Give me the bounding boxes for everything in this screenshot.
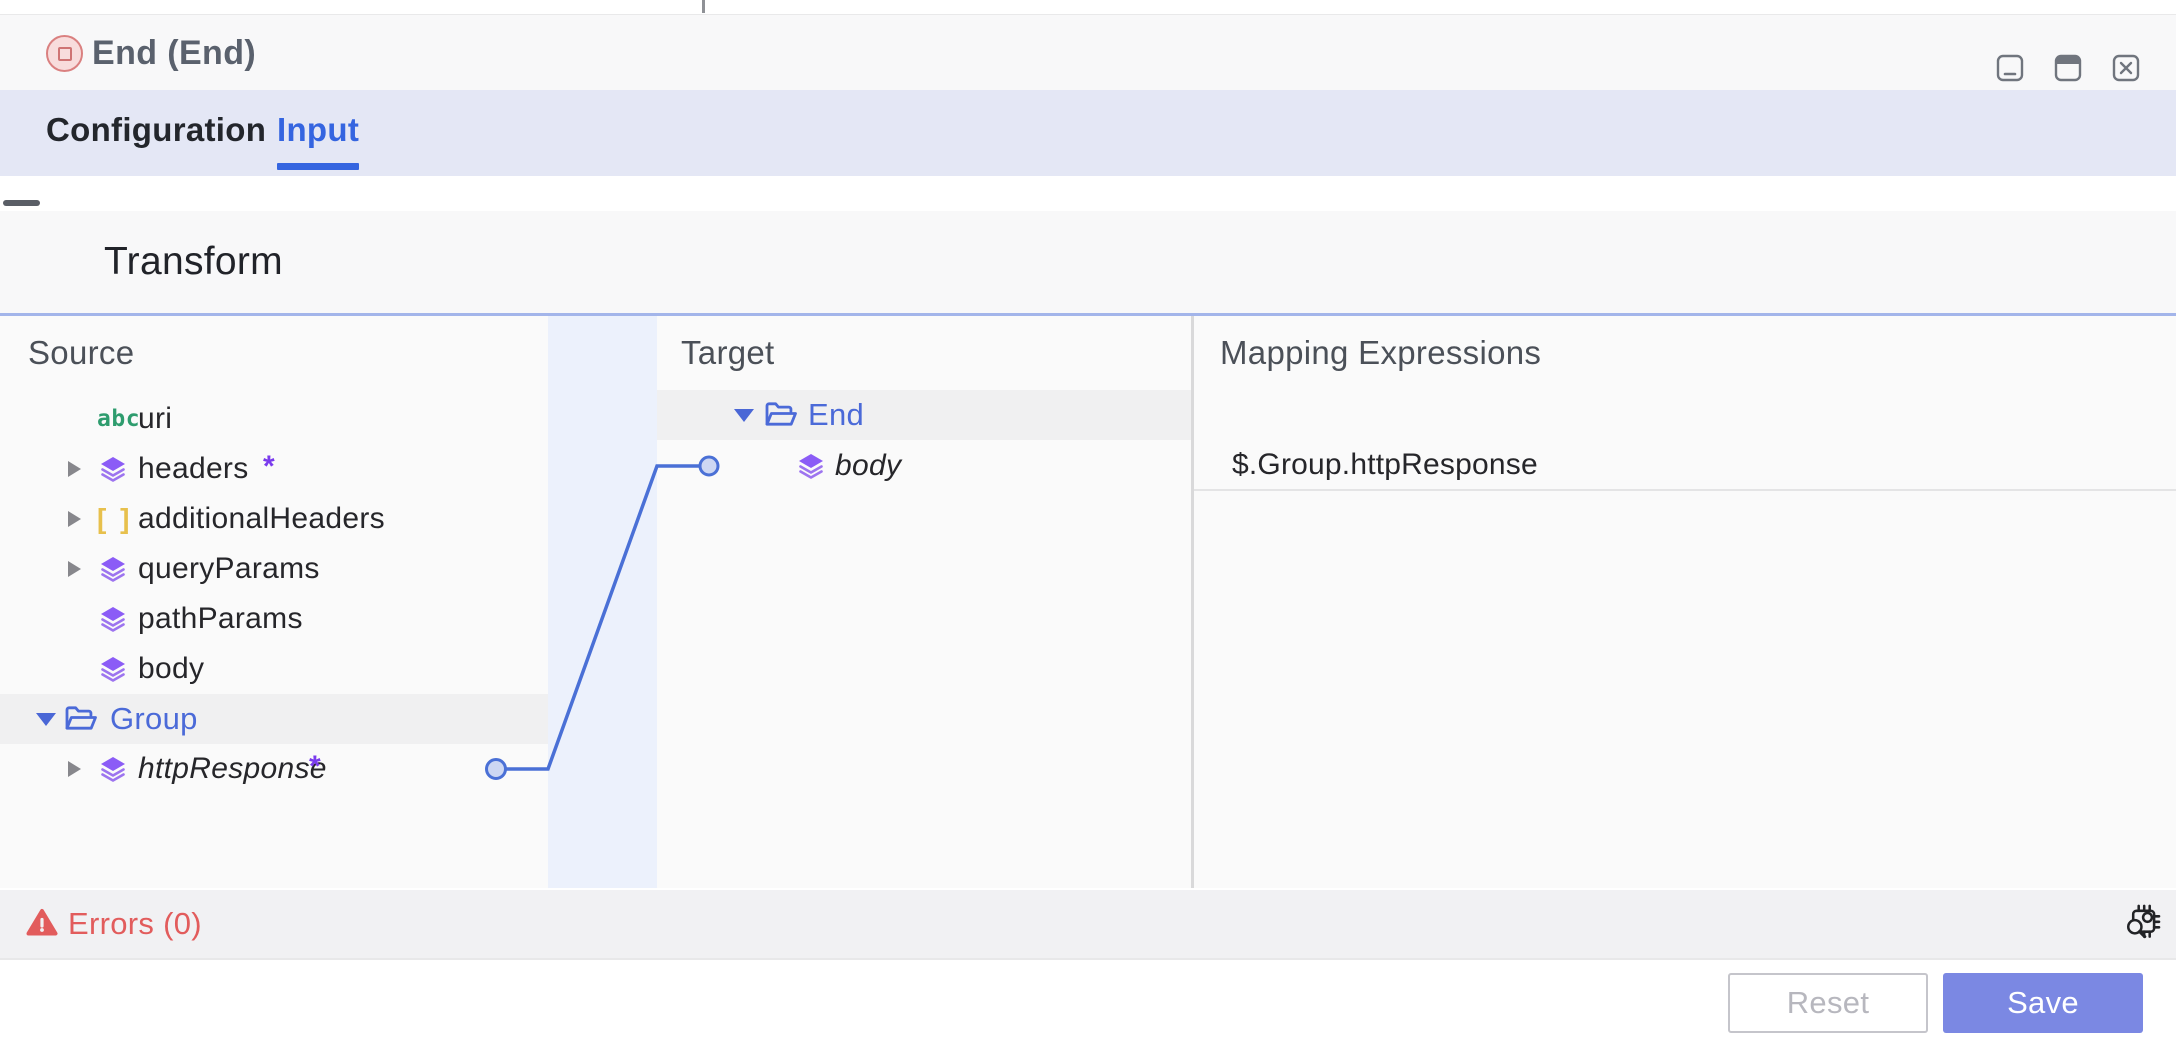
panel-divider: [1191, 316, 1194, 888]
mapping-connector: [485, 455, 720, 780]
save-button[interactable]: Save: [1943, 973, 2143, 1033]
close-icon: [2112, 54, 2140, 82]
tab-configuration[interactable]: Configuration: [46, 90, 266, 169]
mapping-expression-row[interactable]: $.Group.httpResponse: [1194, 441, 2176, 491]
end-node-icon: [46, 35, 83, 72]
tab-bar: Configuration Input: [0, 90, 2176, 176]
scrollbar-thumb[interactable]: [3, 200, 40, 206]
close-button[interactable]: [2112, 54, 2140, 82]
tab-input[interactable]: Input: [277, 90, 360, 170]
top-strip: [0, 0, 2176, 14]
canvas-edge-tick: [702, 0, 705, 13]
errors-label[interactable]: Errors (0): [68, 890, 202, 958]
window-icon: [2054, 54, 2082, 82]
minimize-icon: [1996, 54, 2024, 82]
errors-bar: Errors (0): [0, 890, 2176, 958]
maximize-button[interactable]: [2054, 54, 2082, 82]
transform-title: Transform: [104, 240, 283, 283]
transform-dialog: End (End) Configuration Input Transform: [0, 0, 2176, 1040]
dialog-titlebar: End (End): [0, 14, 2176, 91]
dialog-title: End (End): [92, 33, 257, 72]
minimize-button[interactable]: [1996, 54, 2024, 82]
connector-source-handle[interactable]: [485, 758, 507, 780]
debug-chip-icon[interactable]: [2120, 902, 2164, 951]
connector-target-handle[interactable]: [698, 455, 720, 477]
mapping-heading: Mapping Expressions: [1220, 334, 1542, 371]
reset-button[interactable]: Reset: [1728, 973, 1928, 1033]
connector-line: [505, 464, 700, 771]
mapper-panels: Source Target Mapping Expressions abc ur…: [0, 316, 2176, 888]
dialog-footer: Reset Save: [0, 958, 2176, 1040]
warning-icon: [26, 907, 58, 944]
transform-header: Transform Undo Redo Validate: [0, 211, 2176, 513]
mapping-expression-value: $.Group.httpResponse: [1232, 448, 1538, 481]
end-node-inner-square: [57, 46, 72, 61]
